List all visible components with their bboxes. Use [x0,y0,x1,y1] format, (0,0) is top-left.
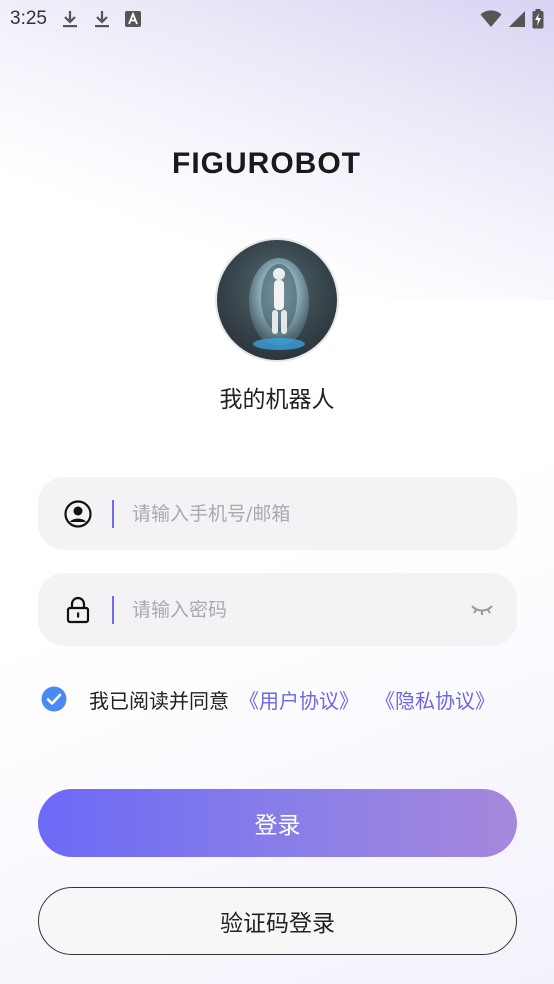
logo-text: FIGUROBOT [172,147,361,180]
eye-closed-icon[interactable] [469,600,495,620]
text-cursor [112,595,114,624]
robot-pod-icon [249,258,309,350]
phone-email-field[interactable] [38,477,517,550]
status-bar: 3:25 [0,0,554,38]
wifi-icon [480,10,502,28]
download-icon [93,9,111,29]
text-a-icon [124,11,141,27]
password-input[interactable] [130,597,469,622]
checkbox-checked-icon[interactable] [41,686,67,712]
phone-email-input[interactable] [130,501,517,526]
agreement-text: 我已阅读并同意 [89,688,229,713]
text-cursor [112,499,114,528]
privacy-policy-link[interactable]: 《隐私协议》 [375,685,495,714]
user-icon [64,499,92,528]
password-field[interactable] [38,573,517,646]
login-button[interactable]: 登录 [38,789,517,857]
agreement-row: 我已阅读并同意 《用户协议》 《隐私协议》 [41,684,495,714]
status-time: 3:25 [10,8,47,29]
sms-code-login-button[interactable]: 验证码登录 [38,887,517,955]
status-right [480,9,544,29]
signal-icon [508,10,526,28]
lock-icon [64,596,92,624]
figurobot-logo-icon: FIGUROBOT [172,147,361,180]
battery-charging-icon [532,9,544,29]
status-left: 3:25 [10,8,141,30]
user-agreement-link[interactable]: 《用户协议》 [239,685,359,714]
download-icon [61,9,79,29]
robot-name: 我的机器人 [219,387,335,413]
brand-logo: FIGUROBOT [0,142,554,186]
robot-avatar[interactable] [215,238,339,362]
